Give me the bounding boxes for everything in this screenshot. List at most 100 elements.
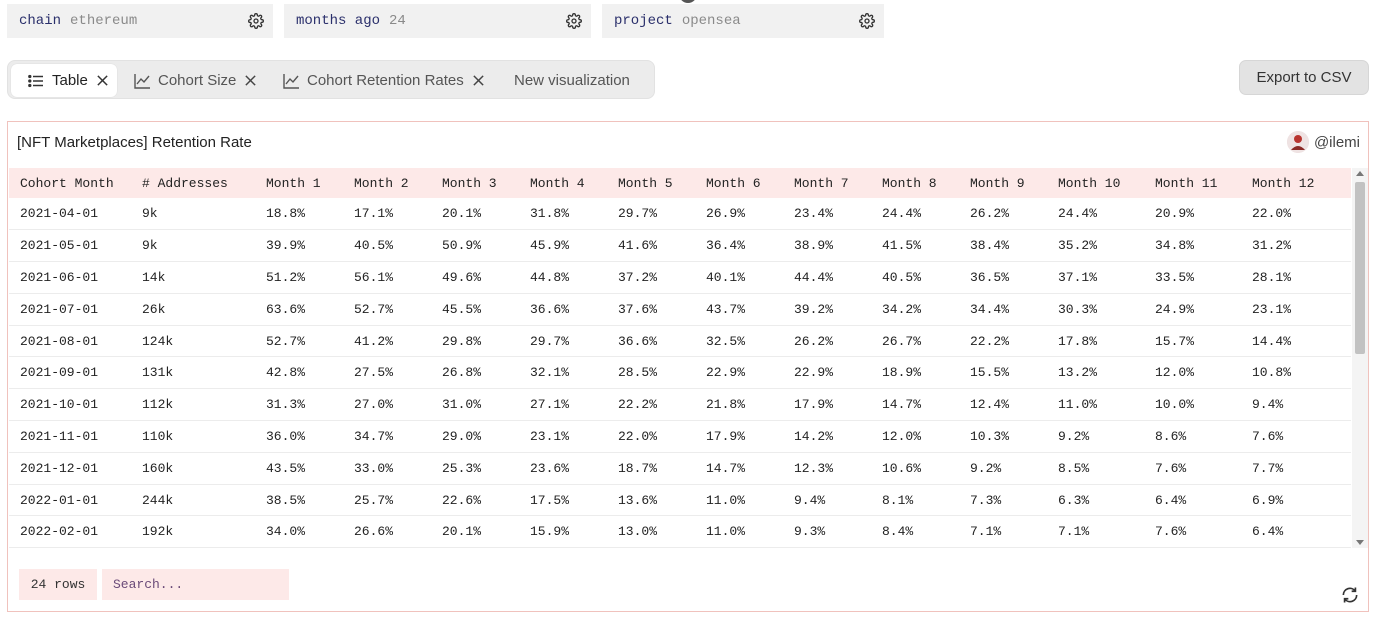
table-row: 2021-06-01 14k 51.2% 56.1% 49.6% 44.8% 37.2% 40… xyxy=(9,262,1351,294)
table-cell: 45.5% xyxy=(442,301,482,317)
column-header[interactable]: Month 8 xyxy=(871,168,959,198)
table-cell: 2021-09-01 xyxy=(20,365,99,381)
table-body: 2021-04-01 9k 18.8% 17.1% 20.1% 31.8% 29.7% 26.… xyxy=(9,198,1351,548)
author[interactable]: @ilemi xyxy=(1286,131,1360,153)
param-months-ago-value[interactable]: 24 xyxy=(389,13,565,29)
param-project[interactable]: project opensea xyxy=(602,4,884,38)
table-cell: 2021-07-01 xyxy=(20,301,99,317)
table-cell: 40.1% xyxy=(706,269,746,285)
column-header[interactable]: Month 1 xyxy=(255,168,343,198)
table-cell: 56.1% xyxy=(354,269,394,285)
param-months-ago-name: months ago xyxy=(296,13,381,29)
table-cell: 23.1% xyxy=(1252,301,1292,317)
table-cell: 44.8% xyxy=(530,269,570,285)
table-cell: 23.6% xyxy=(530,460,570,476)
column-header[interactable]: Month 6 xyxy=(695,168,783,198)
table-cell: 26.9% xyxy=(706,206,746,222)
close-icon[interactable] xyxy=(472,74,486,88)
table-cell: 50.9% xyxy=(442,238,482,254)
table-cell: 2021-08-01 xyxy=(20,333,99,349)
table-cell: 10.3% xyxy=(970,428,1010,444)
gear-icon[interactable] xyxy=(247,12,265,30)
table-row: 2021-11-01 110k 36.0% 34.7% 29.0% 23.1% 22.0% 1… xyxy=(9,421,1351,453)
table-cell: 36.0% xyxy=(266,428,306,444)
table-cell: 52.7% xyxy=(354,301,394,317)
table-row: 2021-09-01 131k 42.8% 27.5% 26.8% 32.1% 28.5% 2… xyxy=(9,357,1351,389)
query-result-card: [NFT Marketplaces] Retention Rate @ilemi… xyxy=(7,121,1369,612)
table-cell: 9.2% xyxy=(970,460,1002,476)
table-cell: 31.8% xyxy=(530,206,570,222)
table-cell: 27.1% xyxy=(530,397,570,413)
column-header[interactable]: Month 7 xyxy=(783,168,871,198)
tab-new-visualization-label: New visualization xyxy=(514,72,630,89)
column-header[interactable]: Month 12 xyxy=(1241,168,1351,198)
close-icon[interactable] xyxy=(96,74,110,88)
card-title: [NFT Marketplaces] Retention Rate xyxy=(17,134,252,151)
table-cell: 15.7% xyxy=(1155,333,1195,349)
column-header[interactable]: Cohort Month xyxy=(9,168,131,198)
table-cell: 8.5% xyxy=(1058,460,1090,476)
table-cell: 124k xyxy=(142,333,174,349)
close-icon[interactable] xyxy=(244,74,258,88)
param-chain[interactable]: chain ethereum xyxy=(7,4,273,38)
table-cell: 22.2% xyxy=(618,397,658,413)
table-cell: 11.0% xyxy=(706,524,746,540)
table-cell: 34.7% xyxy=(354,428,394,444)
refresh-icon[interactable] xyxy=(1340,585,1360,605)
scroll-down-arrow-icon[interactable] xyxy=(1356,540,1364,545)
table-cell: 13.0% xyxy=(618,524,658,540)
table-cell: 34.2% xyxy=(882,301,922,317)
gear-icon[interactable] xyxy=(858,12,876,30)
table-cell: 44.4% xyxy=(794,269,834,285)
table-cell: 38.5% xyxy=(266,492,306,508)
chart-line-icon xyxy=(134,72,152,90)
tab-cohort-size[interactable]: Cohort Size xyxy=(134,64,266,97)
tab-new-visualization[interactable]: New visualization xyxy=(514,64,649,97)
column-header[interactable]: Month 11 xyxy=(1144,168,1241,198)
tab-table-label: Table xyxy=(52,72,88,89)
table-row: 2021-04-01 9k 18.8% 17.1% 20.1% 31.8% 29.7% 26.… xyxy=(9,198,1351,230)
table-cell: 13.2% xyxy=(1058,365,1098,381)
table-cell: 22.6% xyxy=(442,492,482,508)
tab-cohort-retention-rates[interactable]: Cohort Retention Rates xyxy=(283,64,493,97)
table-cell: 38.4% xyxy=(970,238,1010,254)
table-cell: 9.2% xyxy=(1058,428,1090,444)
gear-icon[interactable] xyxy=(565,12,583,30)
column-header[interactable]: Month 5 xyxy=(607,168,695,198)
table-cell: 6.4% xyxy=(1155,492,1187,508)
export-csv-button[interactable]: Export to CSV xyxy=(1239,60,1369,95)
table-cell: 26.8% xyxy=(442,365,482,381)
table-cell: 34.4% xyxy=(970,301,1010,317)
column-header[interactable]: Month 10 xyxy=(1047,168,1144,198)
table-cell: 29.8% xyxy=(442,333,482,349)
table-cell: 22.0% xyxy=(1252,206,1292,222)
table-cell: 21.8% xyxy=(706,397,746,413)
table-cell: 17.9% xyxy=(706,428,746,444)
scroll-up-arrow-icon[interactable] xyxy=(1356,171,1364,176)
column-header[interactable]: Month 4 xyxy=(519,168,607,198)
param-months-ago[interactable]: months ago 24 xyxy=(284,4,591,38)
table-cell: 36.6% xyxy=(618,333,658,349)
table-cell: 11.0% xyxy=(706,492,746,508)
table-cell: 2021-11-01 xyxy=(20,428,99,444)
table-row: 2021-08-01 124k 52.7% 41.2% 29.8% 29.7% 36.6% 3… xyxy=(9,325,1351,357)
table-cell: 2021-10-01 xyxy=(20,397,99,413)
column-header[interactable]: Month 3 xyxy=(431,168,519,198)
window-notch xyxy=(679,0,697,3)
table-cell: 6.3% xyxy=(1058,492,1090,508)
table-cell: 7.6% xyxy=(1155,524,1187,540)
scroll-thumb[interactable] xyxy=(1355,182,1365,354)
table-cell: 12.4% xyxy=(970,397,1010,413)
param-project-value[interactable]: opensea xyxy=(682,13,858,29)
column-header[interactable]: Month 2 xyxy=(343,168,431,198)
search-input[interactable] xyxy=(102,569,289,600)
table-scrollbar[interactable] xyxy=(1352,168,1368,548)
table-cell: 41.6% xyxy=(618,238,658,254)
avatar xyxy=(1286,131,1309,153)
column-header[interactable]: Month 9 xyxy=(959,168,1047,198)
tab-table[interactable]: Table xyxy=(11,64,117,97)
table-cell: 9.4% xyxy=(794,492,826,508)
column-header[interactable]: # Addresses xyxy=(131,168,255,198)
table-cell: 41.2% xyxy=(354,333,394,349)
param-chain-value[interactable]: ethereum xyxy=(70,13,247,29)
